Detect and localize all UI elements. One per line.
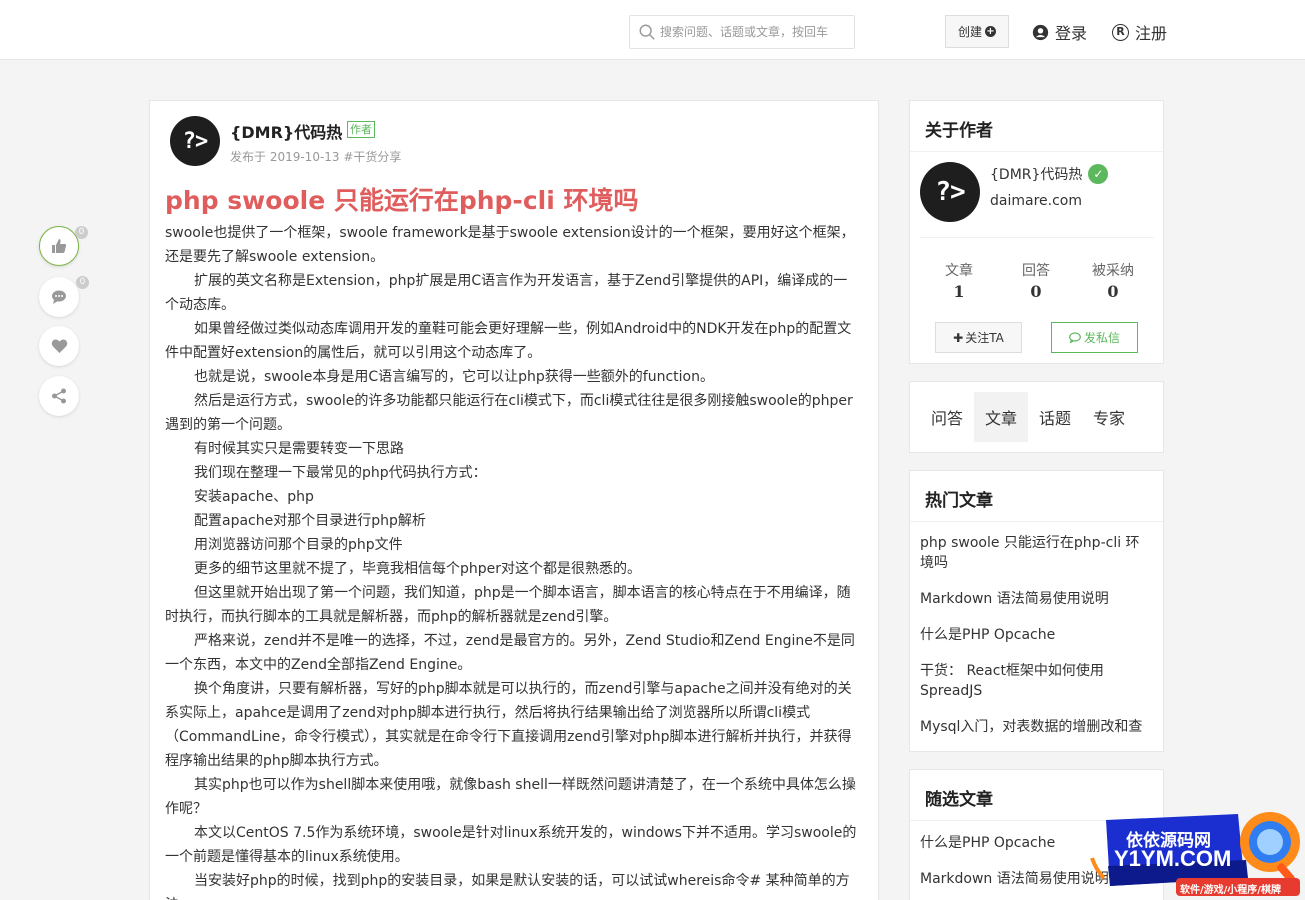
- search-input[interactable]: [660, 25, 850, 39]
- stat-label: 回答: [1022, 263, 1050, 279]
- hot-article-link[interactable]: 什么是PHP Opcache: [910, 625, 1163, 645]
- message-label: 发私信: [1083, 331, 1120, 345]
- sidebar-author-name: {DMR}代码热: [990, 167, 1083, 183]
- hot-article-link[interactable]: Mysql入门，对表数据的增删改和查: [910, 717, 1163, 737]
- article-paragraph: 我们现在整理一下最常见的php代码执行方式：: [194, 465, 487, 481]
- stat-value: 1: [953, 282, 965, 301]
- share-icon: [52, 388, 66, 404]
- author-avatar-large[interactable]: ?>: [920, 162, 980, 222]
- tab-questions[interactable]: 问答: [920, 392, 974, 442]
- article-paragraph: 其实php也可以作为shell脚本来使用哦，就像bash shell一样既然问题…: [165, 777, 856, 817]
- article-paragraph: 有时候其实只是需要转变一下思路: [194, 441, 404, 457]
- follow-button[interactable]: ✚ 关注TA: [935, 322, 1022, 353]
- author-site: daimare.com: [990, 193, 1082, 209]
- share-button[interactable]: [39, 376, 79, 416]
- stat-value: 0: [1030, 282, 1042, 301]
- chat-icon: [1069, 332, 1081, 343]
- content-tabs: 问答 文章 话题 专家: [909, 381, 1164, 453]
- stat-value: 0: [1107, 282, 1119, 301]
- comment-count: 0: [76, 276, 89, 289]
- watermark-line2: Y1YM.COM: [1114, 846, 1232, 871]
- watermark-logo: 依依源码网 Y1YM.COM 软件/游戏/小程序/棋牌: [1088, 806, 1305, 900]
- author-badge: 作者: [347, 121, 375, 138]
- hot-article-link[interactable]: Markdown 语法简易使用说明: [910, 589, 1163, 609]
- like-button[interactable]: 0: [39, 226, 88, 266]
- follow-label: 关注TA: [965, 331, 1004, 345]
- stat-articles: 文章 1: [929, 260, 989, 301]
- article-paragraph: 配置apache对那个目录进行php解析: [194, 513, 426, 529]
- article-paragraph: 用浏览器访问那个目录的php文件: [194, 537, 403, 553]
- article-paragraph: 也就是说，swoole本身是用C语言编写的，它可以让php获得一些额外的func…: [194, 369, 714, 385]
- stat-label: 被采纳: [1092, 263, 1134, 279]
- thumbs-up-icon: [52, 239, 67, 253]
- register-label: 注册: [1135, 24, 1168, 43]
- favorite-button[interactable]: [39, 326, 79, 366]
- login-label: 登录: [1055, 24, 1088, 43]
- author-name[interactable]: {DMR}代码热: [230, 119, 342, 143]
- article-paragraph: 如果曾经做过类似动态库调用开发的童鞋可能会更好理解一些，例如Android中的N…: [165, 321, 852, 361]
- sidebar-author-name-row[interactable]: {DMR}代码热 ✓: [990, 164, 1109, 184]
- article-paragraph: swoole也提供了一个框架，swoole framework是基于swoole…: [165, 225, 855, 265]
- verified-check-icon: ✓: [1088, 164, 1109, 184]
- article-body: swoole也提供了一个框架，swoole framework是基于swoole…: [165, 221, 860, 900]
- author-avatar[interactable]: ?>: [170, 116, 220, 166]
- tab-experts[interactable]: 专家: [1082, 392, 1136, 442]
- article-paragraph: 当安装好php的时候，找到php的安装目录，如果是默认安装的话，可以试试wher…: [165, 873, 850, 900]
- stat-accepted: 被采纳 0: [1083, 260, 1143, 301]
- user-icon: [1032, 24, 1049, 40]
- stat-label: 文章: [945, 263, 973, 279]
- about-author-title: 关于作者: [910, 101, 1163, 152]
- hot-article-link[interactable]: php swoole 只能运行在php-cli 环境吗: [910, 533, 1163, 573]
- create-button[interactable]: 创建 +: [945, 15, 1009, 48]
- comment-button[interactable]: 0: [39, 276, 89, 317]
- like-count: 0: [75, 226, 88, 239]
- top-navbar: 创建 + 登录 R 注册: [0, 0, 1305, 60]
- article-meta: 发布于 2019-10-13 #干货分享: [230, 150, 402, 164]
- divider: [920, 237, 1154, 238]
- watermark-line3: 软件/游戏/小程序/棋牌: [1180, 885, 1281, 896]
- stat-answers: 回答 0: [1006, 260, 1066, 301]
- search-box[interactable]: [629, 15, 855, 49]
- hot-articles-list: php swoole 只能运行在php-cli 环境吗 Markdown 语法简…: [910, 522, 1163, 737]
- heart-icon: [51, 339, 67, 353]
- article-paragraph: 严格来说，zend并不是唯一的选择，不过，zend是最官方的。另外，Zend S…: [165, 633, 855, 673]
- plus-circle-icon: +: [985, 26, 996, 37]
- plus-icon: ✚: [953, 330, 964, 345]
- hot-articles-card: 热门文章 php swoole 只能运行在php-cli 环境吗 Markdow…: [909, 470, 1164, 752]
- article-paragraph: 扩展的英文名称是Extension，php扩展是用C语言作为开发语言，基于Zen…: [165, 273, 848, 313]
- comment-icon: [52, 290, 66, 304]
- search-icon: [639, 24, 655, 40]
- article-paragraph: 但这里就开始出现了第一个问题，我们知道，php是一个脚本语言，脚本语言的核心特点…: [165, 585, 851, 625]
- tab-articles[interactable]: 文章: [974, 392, 1028, 442]
- registered-icon: R: [1112, 23, 1129, 41]
- article-paragraph: 换个角度讲，只要有解析器，写好的php脚本就是可以执行的，而zend引擎与apa…: [165, 681, 852, 769]
- about-author-card: 关于作者 ?> {DMR}代码热 ✓ daimare.com 文章 1 回答 0…: [909, 100, 1164, 364]
- article-paragraph: 安装apache、php: [194, 489, 314, 505]
- hot-article-link[interactable]: 干货： React框架中如何使用SpreadJS: [910, 661, 1163, 701]
- create-label: 创建: [957, 25, 982, 39]
- message-button[interactable]: 发私信: [1051, 322, 1138, 353]
- article-paragraph: 然后是运行方式，swoole的许多功能都只能运行在cli模式下，而cli模式往往…: [165, 393, 853, 433]
- article-card: ?> {DMR}代码热 作者 发布于 2019-10-13 #干货分享 php …: [149, 100, 879, 900]
- article-title: php swoole 只能运行在php-cli 环境吗: [165, 186, 639, 215]
- hot-articles-title: 热门文章: [910, 471, 1163, 522]
- article-paragraph: 本文以CentOS 7.5作为系统环境，swoole是针对linux系统开发的，…: [165, 825, 857, 865]
- tab-topics[interactable]: 话题: [1028, 392, 1082, 442]
- login-link[interactable]: 登录: [1032, 20, 1087, 44]
- register-link[interactable]: R 注册: [1112, 20, 1167, 44]
- article-paragraph: 更多的细节这里就不提了，毕竟我相信每个phper对这个都是很熟悉的。: [194, 561, 642, 577]
